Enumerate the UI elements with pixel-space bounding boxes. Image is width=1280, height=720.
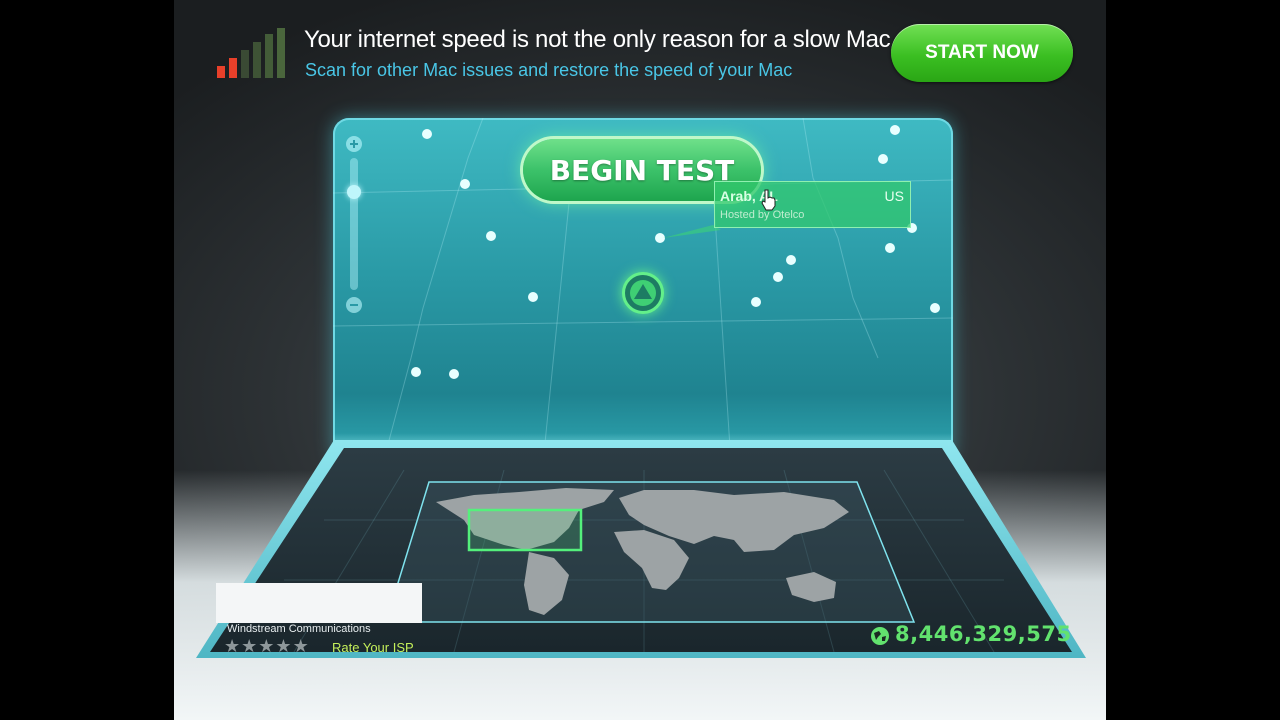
start-now-button[interactable]: START NOW	[891, 24, 1073, 82]
hand-cursor-icon	[761, 189, 776, 211]
star-icon[interactable]: ★	[293, 638, 309, 656]
star-icon[interactable]: ★	[258, 638, 274, 656]
minus-icon	[350, 304, 358, 306]
ad-headline[interactable]: Your internet speed is not the only reas…	[304, 26, 891, 54]
plus-icon	[350, 140, 358, 148]
tests-counter: 8,446,329,575	[895, 622, 1072, 646]
server-country: US	[884, 188, 904, 204]
isp-name: Windstream Communications	[227, 623, 371, 635]
current-location-button[interactable]	[622, 272, 664, 314]
isp-rating-stars[interactable]: ★ ★ ★ ★ ★	[224, 638, 309, 656]
globe-icon	[871, 627, 889, 645]
triangle-up-icon	[630, 280, 656, 306]
zoom-slider-handle[interactable]	[347, 185, 361, 199]
star-icon[interactable]: ★	[224, 638, 240, 656]
zoom-slider-track[interactable]	[350, 158, 358, 290]
zoom-out-button[interactable]	[346, 297, 362, 313]
ad-subline[interactable]: Scan for other Mac issues and restore th…	[305, 60, 792, 81]
signal-bars-icon	[217, 28, 285, 78]
speedtest-app: Your internet speed is not the only reas…	[174, 0, 1106, 720]
star-icon[interactable]: ★	[275, 638, 291, 656]
rate-isp-link[interactable]: Rate Your ISP	[332, 640, 414, 655]
zoom-in-button[interactable]	[346, 136, 362, 152]
isp-panel-header	[216, 583, 422, 623]
server-tooltip[interactable]: Arab, AL US Hosted by Otelco	[714, 181, 911, 228]
star-icon[interactable]: ★	[241, 638, 257, 656]
